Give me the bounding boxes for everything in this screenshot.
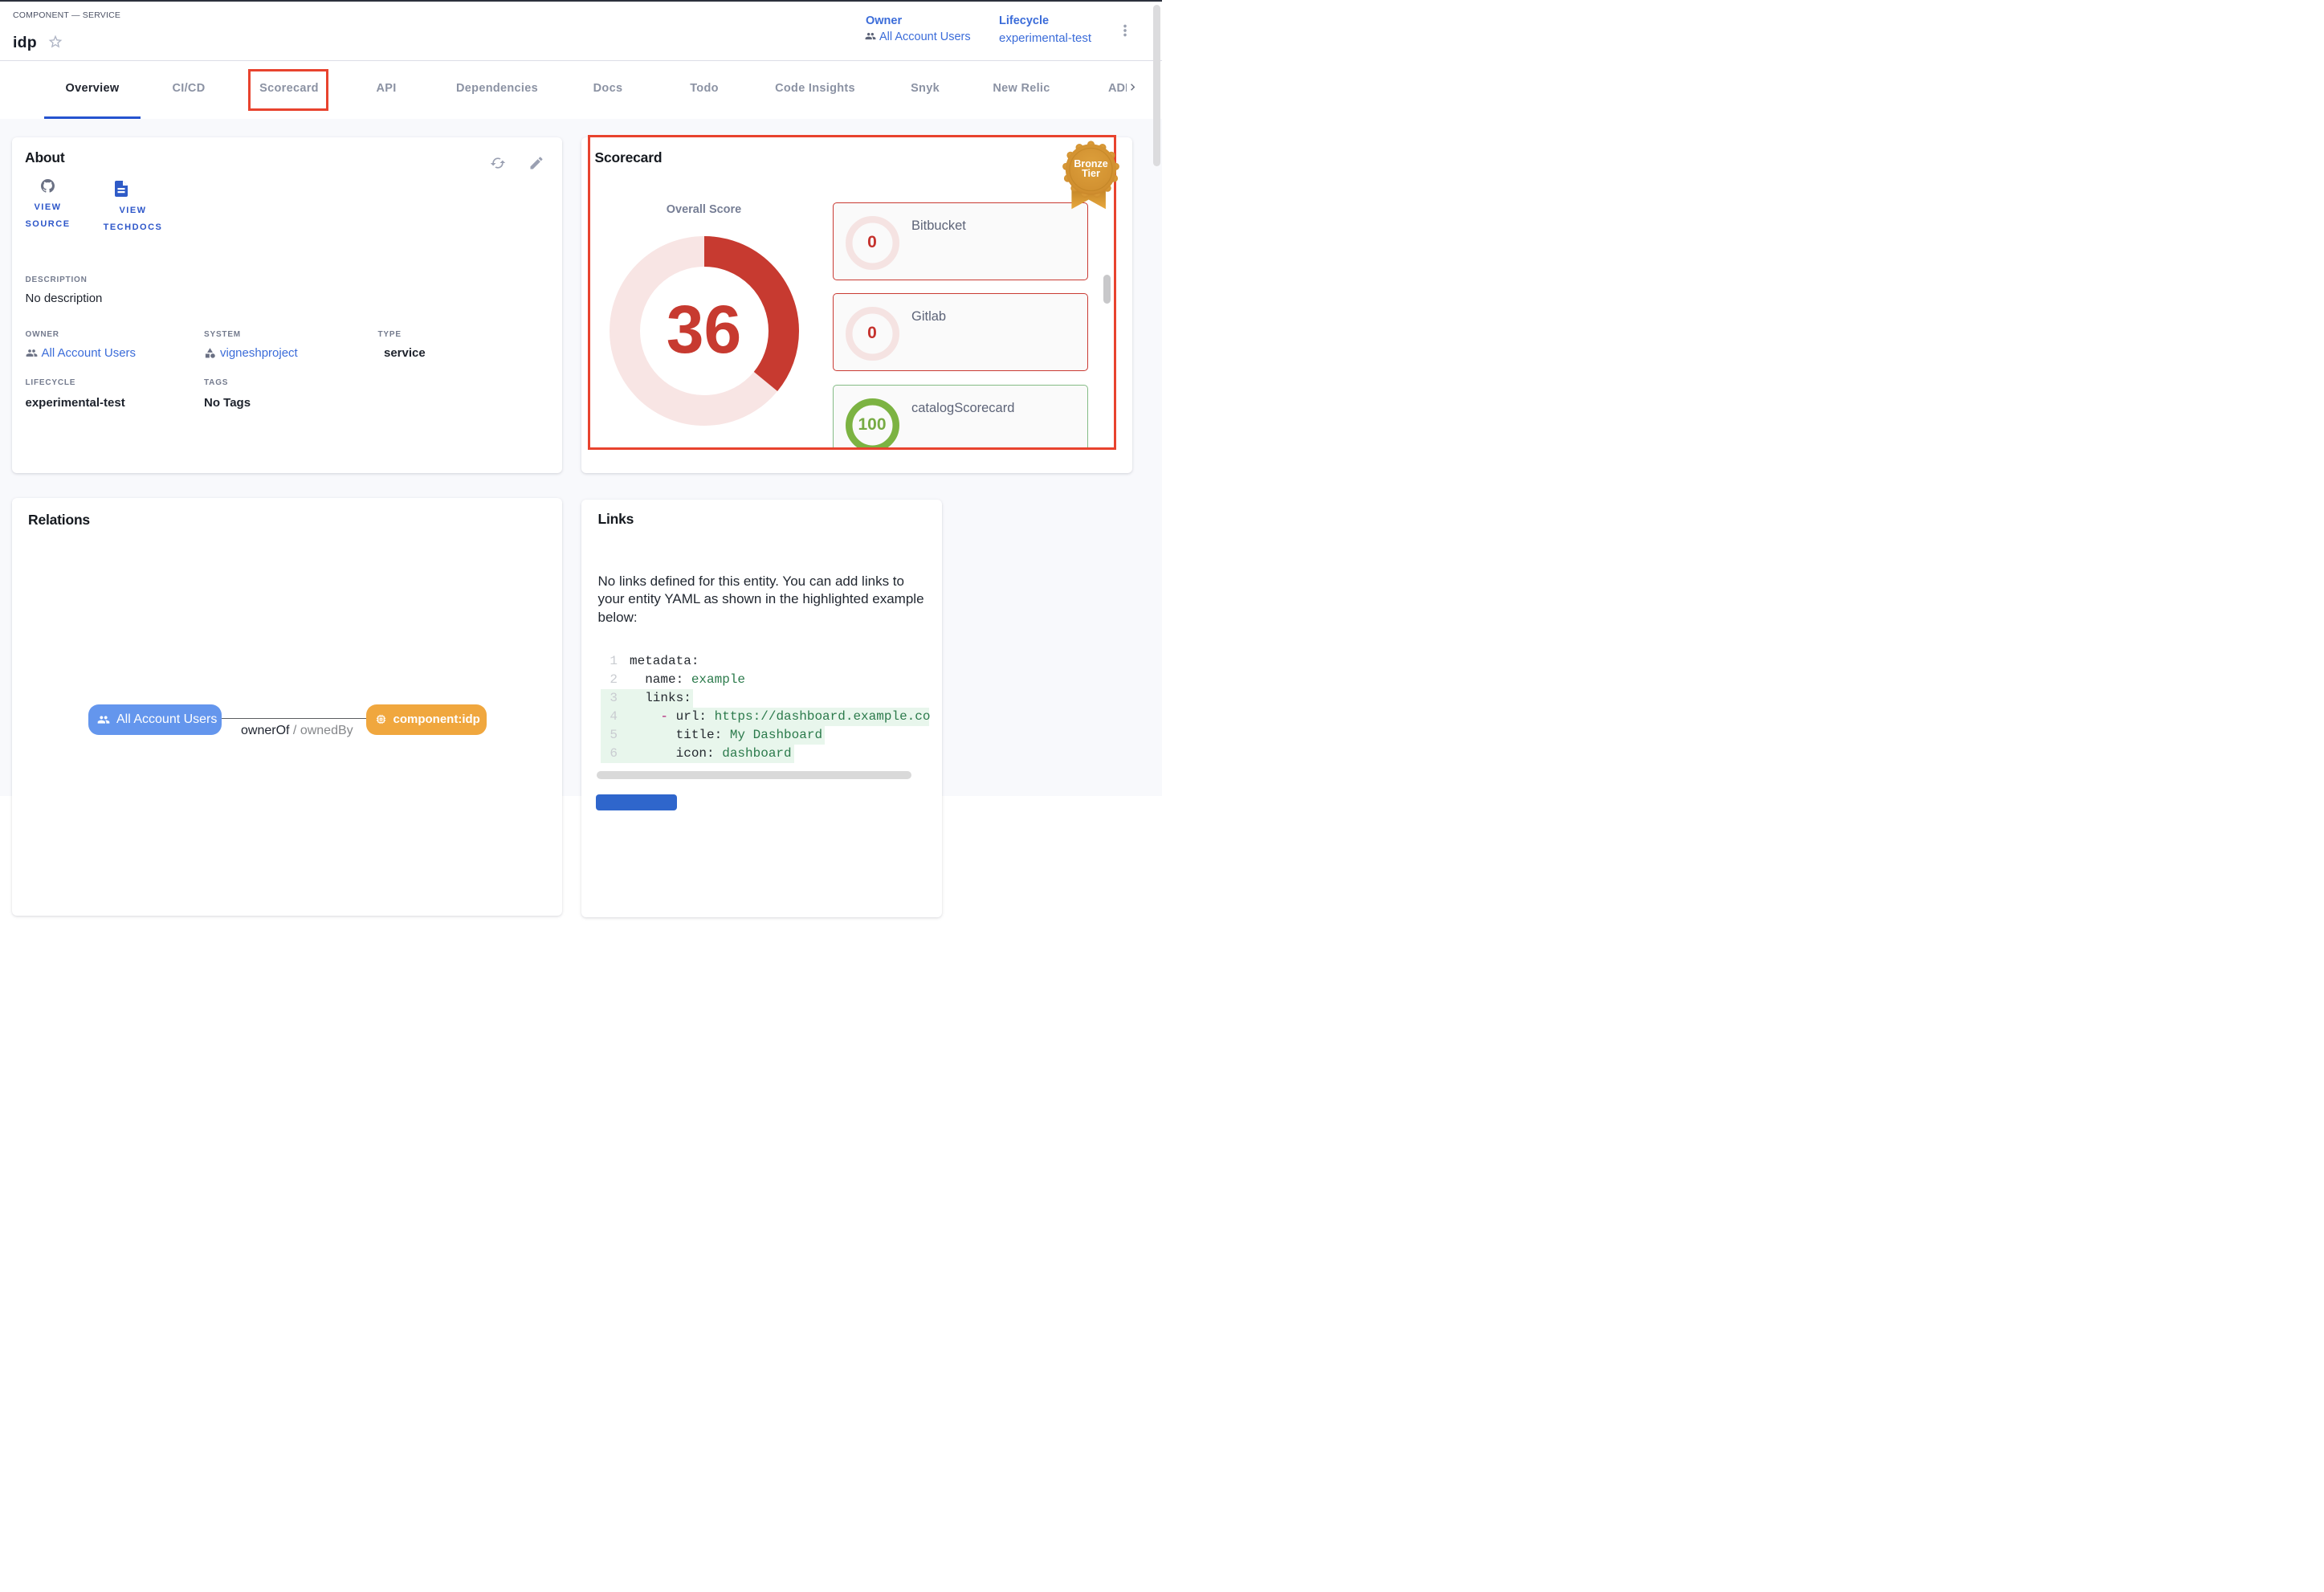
svg-text:Tier: Tier (1082, 168, 1100, 179)
